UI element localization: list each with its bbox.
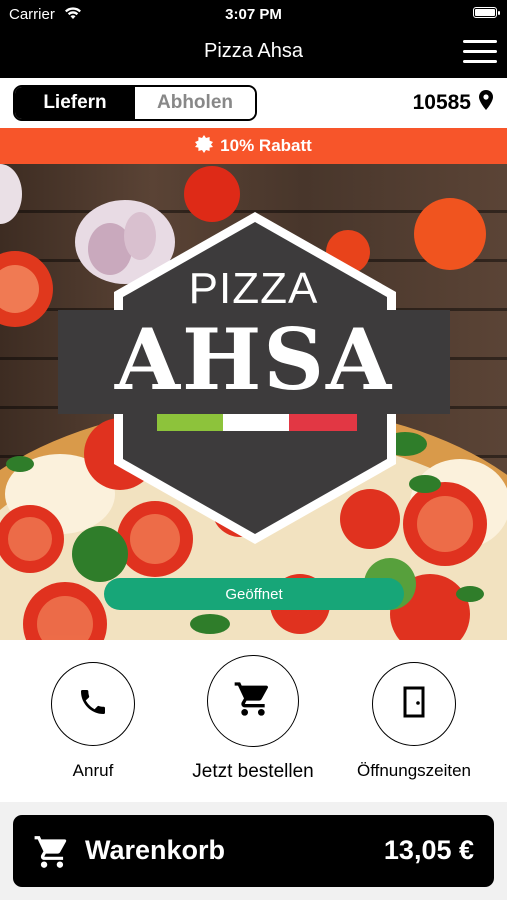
- shopping-cart-icon: [33, 833, 71, 876]
- status-bar: Carrier 3:07 PM: [0, 0, 507, 28]
- order-now-button[interactable]: [207, 655, 299, 747]
- phone-icon: [77, 686, 109, 723]
- opening-hours-label: Öffnungszeiten: [356, 761, 472, 780]
- page-title: Pizza Ahsa: [204, 40, 303, 62]
- mode-option-deliver[interactable]: Liefern: [15, 87, 135, 119]
- opening-hours-button[interactable]: [372, 662, 456, 746]
- location-pin-icon: [479, 90, 493, 115]
- hamburger-menu-icon[interactable]: [463, 39, 497, 65]
- cart-total: 13,05 €: [383, 835, 474, 865]
- order-now-action[interactable]: Jetzt bestellen: [183, 655, 323, 783]
- battery-icon: [473, 7, 500, 18]
- mode-option-pickup[interactable]: Abholen: [135, 87, 255, 119]
- call-action[interactable]: Anruf: [23, 662, 163, 781]
- order-now-label: Jetzt bestellen: [192, 761, 314, 782]
- location-selector[interactable]: 10585: [413, 90, 493, 115]
- discount-badge-icon: [195, 134, 214, 158]
- restaurant-logo: PIZZA AHSA: [0, 164, 507, 640]
- promo-banner[interactable]: 10% Rabatt: [0, 128, 507, 164]
- promo-text: 10% Rabatt: [220, 136, 312, 155]
- postcode-label: 10585: [412, 90, 471, 114]
- quick-actions: Anruf Jetzt bestellen Öffnungszeiten: [0, 640, 507, 802]
- cart-label: Warenkorb: [85, 835, 226, 865]
- door-icon: [401, 686, 427, 723]
- logo-text-pizza: PIZZA: [188, 264, 319, 313]
- cart-icon: [233, 679, 273, 724]
- cart-button[interactable]: Warenkorb 13,05 €: [13, 815, 494, 887]
- order-mode-bar: Liefern Abholen 10585: [0, 78, 507, 128]
- hero-image: PIZZA AHSA: [0, 164, 507, 640]
- logo-text-ahsa: AHSA: [114, 310, 394, 409]
- call-label: Anruf: [72, 761, 114, 780]
- call-button[interactable]: [51, 662, 135, 746]
- delivery-mode-toggle: Liefern Abholen: [13, 85, 257, 121]
- open-status-button[interactable]: Geöffnet: [104, 578, 404, 610]
- nav-bar: Pizza Ahsa: [0, 28, 507, 78]
- opening-hours-action[interactable]: Öffnungszeiten: [344, 662, 484, 781]
- clock: 3:07 PM: [225, 6, 282, 23]
